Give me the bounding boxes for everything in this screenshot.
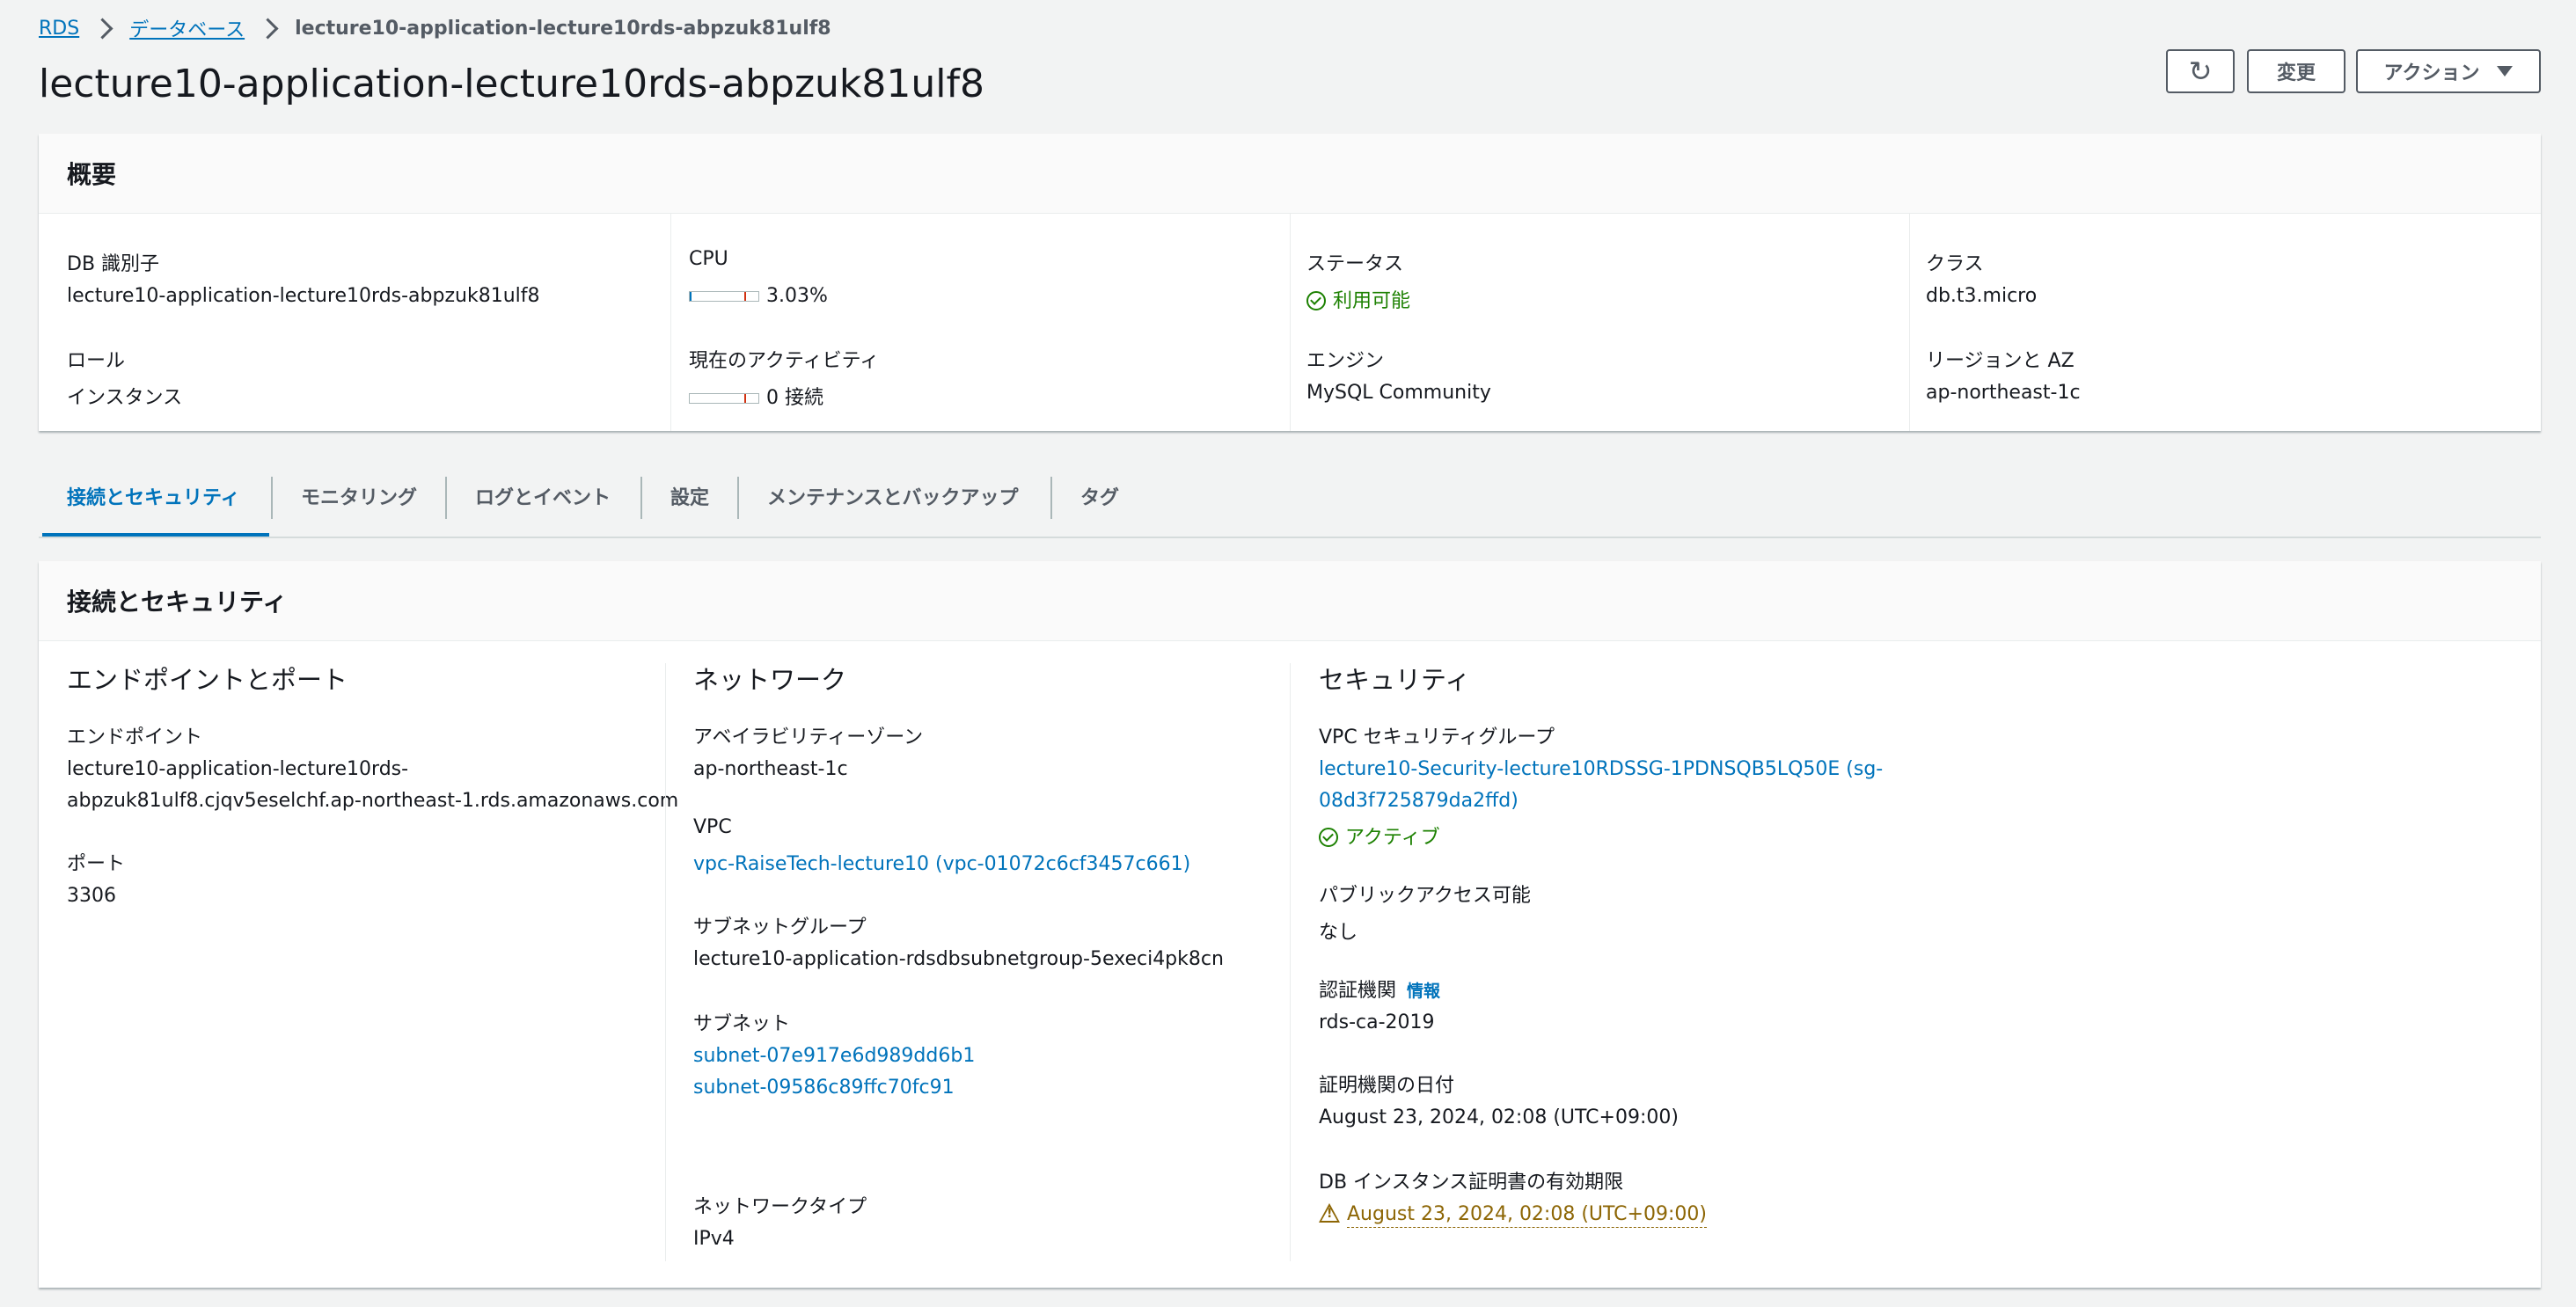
- actions-label: アクション: [2383, 62, 2480, 84]
- public-access-value: なし: [1319, 922, 1358, 944]
- endpoint-section-title: エンドポイントとポート: [67, 665, 348, 695]
- column-divider: [665, 663, 666, 1261]
- activity-metric: 0 接続: [689, 382, 823, 410]
- security-group-status-text: アクティブ: [1345, 827, 1440, 849]
- check-circle-icon: [1306, 291, 1326, 310]
- activity-label: 現在のアクティビティ: [689, 350, 880, 372]
- ca-label-row: 認証機関 情報: [1319, 975, 1440, 1003]
- endpoint-value-line2: abpzuk81ulf8.cjqv5eselchf.ap-northeast-1…: [67, 790, 679, 812]
- security-group-label: VPC セキュリティグループ: [1319, 727, 1555, 748]
- summary-header: 概要: [39, 134, 2541, 214]
- class-label: クラス: [1926, 253, 1984, 275]
- security-group-link[interactable]: lecture10-Security-lecture10RDSSG-1PDNSQ…: [1319, 758, 1883, 780]
- actions-dropdown-button[interactable]: アクション: [2356, 49, 2541, 93]
- breadcrumb: RDS データベース lecture10-application-lecture…: [39, 14, 831, 42]
- tab-logs-events[interactable]: ログとイベント: [475, 456, 611, 537]
- engine-value: MySQL Community: [1306, 382, 1491, 404]
- tab-monitoring[interactable]: モニタリング: [301, 456, 417, 537]
- ca-value: rds-ca-2019: [1319, 1011, 1435, 1033]
- cpu-value: 3.03%: [766, 285, 828, 307]
- subnet-group-label: サブネットグループ: [693, 916, 867, 938]
- status-label: ステータス: [1306, 253, 1404, 275]
- cpu-meter-threshold: [744, 292, 746, 301]
- activity-meter-threshold: [744, 394, 746, 403]
- check-circle-icon: [1319, 828, 1338, 847]
- refresh-icon: ↻: [2188, 55, 2213, 88]
- network-type-label: ネットワークタイプ: [693, 1196, 867, 1218]
- db-id-label: DB 識別子: [67, 253, 160, 275]
- ca-info-link[interactable]: 情報: [1407, 982, 1440, 1001]
- cpu-metric: 3.03%: [689, 285, 828, 307]
- tab-divider: [737, 477, 739, 519]
- summary-col-status: ステータス 利用可能 エンジン MySQL Community: [1290, 213, 1898, 431]
- cpu-meter-fill: [690, 292, 692, 301]
- subnets-label: サブネット: [693, 1013, 791, 1035]
- subnet-link[interactable]: subnet-07e917e6d989dd6b1: [693, 1045, 975, 1067]
- activity-value: 0 接続: [766, 387, 823, 409]
- engine-label: エンジン: [1306, 350, 1385, 372]
- tab-divider: [640, 477, 642, 519]
- chevron-right-icon: [91, 17, 113, 40]
- role-value: インスタンス: [67, 387, 183, 409]
- breadcrumb-rds-link[interactable]: RDS: [39, 18, 79, 40]
- cert-expiry-label: DB インスタンス証明書の有効期限: [1319, 1172, 1624, 1194]
- region-label: リージョンと AZ: [1926, 350, 2075, 372]
- cert-expiry-value[interactable]: August 23, 2024, 02:08 (UTC+09:00): [1347, 1203, 1707, 1228]
- az-value: ap-northeast-1c: [693, 758, 848, 780]
- role-label: ロール: [67, 350, 126, 372]
- ca-date-value: August 23, 2024, 02:08 (UTC+09:00): [1319, 1106, 1679, 1128]
- summary-col-identity: DB 識別子 lecture10-application-lecture10rd…: [39, 213, 658, 431]
- tab-configuration[interactable]: 設定: [670, 456, 709, 537]
- active-tab-indicator: [42, 533, 269, 537]
- security-group-link-cont[interactable]: 08d3f725879da2ffd): [1319, 790, 1519, 812]
- connectivity-header: 接続とセキュリティ: [39, 561, 2541, 641]
- connectivity-panel: 接続とセキュリティ エンドポイントとポート エンドポイント lecture10-…: [39, 561, 2541, 1288]
- warning-icon: [1319, 1203, 1340, 1223]
- tab-maintenance-backups[interactable]: メンテナンスとバックアップ: [767, 456, 1019, 537]
- edit-button[interactable]: 変更: [2247, 49, 2345, 93]
- public-access-label: パブリックアクセス可能: [1319, 885, 1531, 907]
- chevron-right-icon: [257, 17, 279, 40]
- vpc-label: VPC: [693, 816, 732, 838]
- detail-tabs: 接続とセキュリティ モニタリング ログとイベント 設定 メンテナンスとバックアッ…: [39, 456, 2541, 538]
- caret-down-icon: [2497, 66, 2514, 77]
- summary-panel: 概要 DB 識別子 lecture10-application-lecture1…: [39, 134, 2541, 431]
- network-type-value: IPv4: [693, 1228, 735, 1250]
- subnet-group-value: lecture10-application-rdsdbsubnetgroup-5…: [693, 948, 1224, 970]
- refresh-button[interactable]: ↻: [2166, 49, 2235, 93]
- endpoint-value-line1: lecture10-application-lecture10rds-: [67, 758, 409, 780]
- ca-label: 認証機関: [1319, 980, 1397, 1002]
- security-section-title: セキュリティ: [1319, 665, 1471, 695]
- summary-col-usage: CPU 3.03% 現在のアクティビティ 0 接続: [670, 213, 1278, 431]
- endpoint-label: エンドポイント: [67, 727, 203, 748]
- status-value: 利用可能: [1333, 290, 1411, 312]
- vpc-link[interactable]: vpc-RaiseTech-lecture10 (vpc-01072c6cf34…: [693, 853, 1190, 875]
- summary-col-class: クラス db.t3.micro リージョンと AZ ap-northeast-1…: [1909, 213, 2542, 431]
- cpu-label: CPU: [689, 248, 728, 270]
- tab-divider: [271, 477, 273, 519]
- cert-expiry-row: August 23, 2024, 02:08 (UTC+09:00): [1319, 1203, 1707, 1228]
- az-label: アベイラビリティーゾーン: [693, 727, 924, 748]
- tab-connectivity-security[interactable]: 接続とセキュリティ: [67, 456, 240, 537]
- security-group-status: アクティブ: [1319, 821, 1440, 850]
- breadcrumb-current: lecture10-application-lecture10rds-abpzu…: [295, 17, 831, 40]
- port-label: ポート: [67, 853, 126, 875]
- class-value: db.t3.micro: [1926, 285, 2038, 307]
- tab-divider: [445, 477, 447, 519]
- tab-tags[interactable]: タグ: [1080, 456, 1119, 537]
- subnet-link[interactable]: subnet-09586c89ffc70fc91: [693, 1077, 955, 1099]
- region-value: ap-northeast-1c: [1926, 382, 2081, 404]
- db-id-value: lecture10-application-lecture10rds-abpzu…: [67, 285, 540, 307]
- cpu-meter: [689, 291, 759, 302]
- activity-meter: [689, 393, 759, 404]
- tab-divider: [1050, 477, 1052, 519]
- network-section-title: ネットワーク: [693, 665, 847, 695]
- status-badge: 利用可能: [1306, 285, 1410, 313]
- ca-date-label: 証明機関の日付: [1319, 1075, 1455, 1097]
- breadcrumb-databases-link[interactable]: データベース: [129, 14, 245, 42]
- port-value: 3306: [67, 885, 116, 907]
- page-title: lecture10-application-lecture10rds-abpzu…: [39, 62, 984, 106]
- column-divider: [1290, 663, 1291, 1261]
